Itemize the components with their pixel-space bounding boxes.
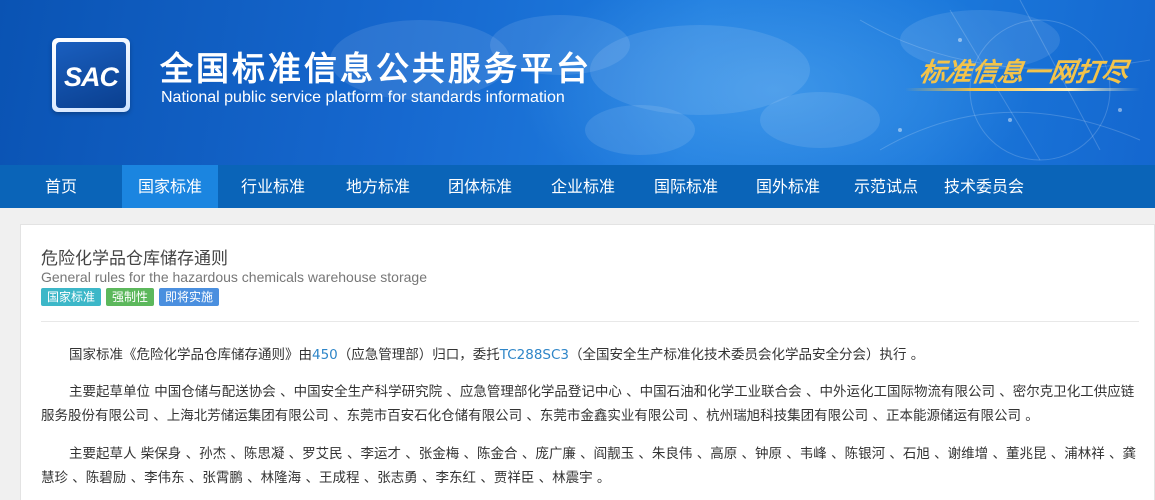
section-divider [41, 321, 1139, 322]
nav-item-home[interactable]: 首页 [0, 165, 122, 208]
status-badge: 即将实施 [159, 288, 220, 306]
standard-badges: 国家标准 强制性 即将实施 [41, 288, 220, 306]
sac-logo[interactable]: SAC [52, 38, 130, 112]
nav-item-technical-committees[interactable]: 技术委员会 [934, 165, 1034, 208]
nav-item-industry-standards[interactable]: 行业标准 [218, 165, 328, 208]
nav-item-national-standards[interactable]: 国家标准 [122, 165, 218, 208]
nav-item-local-standards[interactable]: 地方标准 [328, 165, 428, 208]
drafters-paragraph: 主要起草人 柴保身 、孙杰 、陈思凝 、罗艾民 、李运才 、张金梅 、陈金合 、… [41, 446, 1137, 486]
nav-item-pilot-programs[interactable]: 示范试点 [838, 165, 934, 208]
requirement-badge: 强制性 [106, 288, 155, 306]
category-badge: 国家标准 [41, 288, 102, 306]
committee-name: （全国安全生产标准化技术委员会化学品安全分会）执行 。 [569, 347, 925, 363]
site-banner: SAC 全国标准信息公共服务平台 National public service… [0, 0, 1155, 165]
nav-item-enterprise-standards[interactable]: 企业标准 [532, 165, 634, 208]
standard-detail-card: 危险化学品仓库储存通则 General rules for the hazard… [20, 224, 1155, 500]
site-subtitle: National public service platform for sta… [161, 89, 565, 106]
standard-title-english: General rules for the hazardous chemical… [41, 269, 427, 285]
standard-title: 危险化学品仓库储存通则 [41, 249, 228, 269]
site-title: 全国标准信息公共服务平台 [160, 49, 592, 88]
sac-logo-inner: SAC [56, 42, 126, 108]
nav-item-foreign-standards[interactable]: 国外标准 [738, 165, 838, 208]
governance-prefix: 国家标准《危险化学品仓库储存通则》由 [69, 347, 312, 363]
sac-logo-text: SAC [63, 62, 119, 92]
governance-paragraph: 国家标准《危险化学品仓库储存通则》由450（应急管理部）归口，委托TC288SC… [41, 343, 1141, 367]
main-nav: 首页 国家标准 行业标准 地方标准 团体标准 企业标准 国际标准 国外标准 示范… [0, 165, 1155, 208]
nav-item-group-standards[interactable]: 团体标准 [428, 165, 532, 208]
dept-name: （应急管理部）归口，委托 [337, 347, 500, 363]
committee-code-link[interactable]: TC288SC3 [500, 347, 569, 363]
drafting-units-paragraph: 主要起草单位 中国仓储与配送协会 、中国安全生产科学研究院 、应急管理部化学品登… [41, 384, 1135, 424]
nav-item-international-standards[interactable]: 国际标准 [634, 165, 738, 208]
slogan: 标准信息一网打尽 [917, 58, 1130, 88]
slogan-underline [905, 88, 1140, 91]
dept-code-link[interactable]: 450 [312, 347, 338, 363]
